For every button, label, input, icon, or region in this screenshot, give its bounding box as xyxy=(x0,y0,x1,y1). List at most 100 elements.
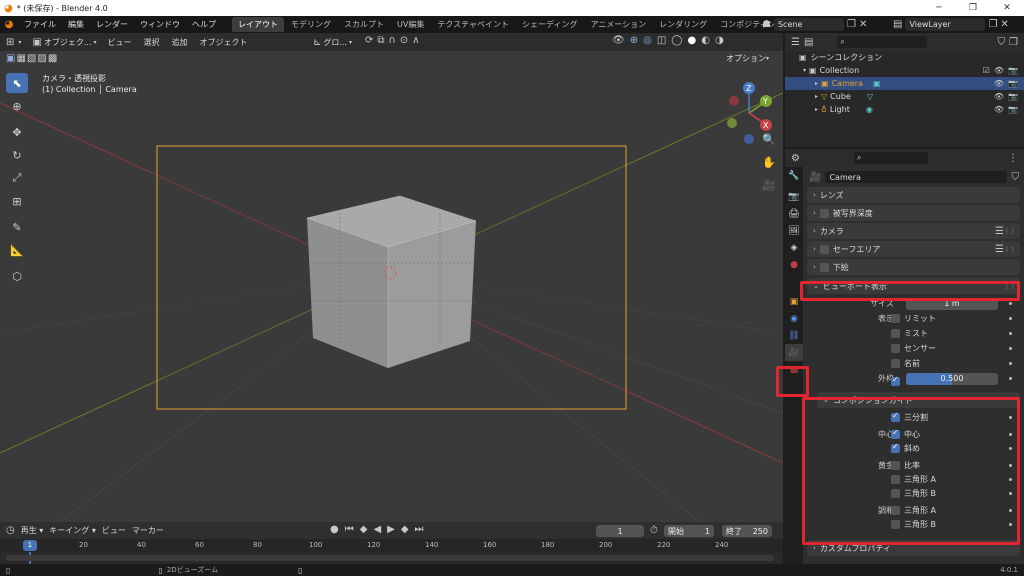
record-icon[interactable]: ● xyxy=(330,524,339,535)
checkbox-icon[interactable]: ☑ xyxy=(983,66,990,75)
camera-render-icon[interactable]: 📷 xyxy=(1008,105,1018,114)
transform-tool-icon[interactable]: ⊞ xyxy=(6,191,28,211)
presets-list-icon[interactable]: ☰ xyxy=(995,226,1004,237)
panel-depth-of-field[interactable]: › 被写界深度 xyxy=(807,205,1020,221)
display-mode-icon[interactable]: ▤ xyxy=(804,37,813,48)
passepartout-checkbox[interactable] xyxy=(891,375,900,386)
constraints-tab-icon[interactable]: ⛓ xyxy=(785,327,803,344)
animate-property-icon[interactable] xyxy=(1009,491,1012,495)
snap-icon[interactable]: ⧉ xyxy=(377,35,384,46)
camera-render-icon[interactable]: 📷 xyxy=(1008,66,1018,75)
outliner-search-input[interactable]: ⌕ xyxy=(837,36,928,48)
measure-tool-icon[interactable]: 📐 xyxy=(6,240,28,260)
world-tab-icon[interactable]: ● xyxy=(785,256,803,273)
menu-select[interactable]: 選択 xyxy=(140,37,164,48)
minimize-icon[interactable]: ─ xyxy=(922,3,956,13)
select-tool-icon[interactable]: ⬉ xyxy=(6,73,28,93)
menu-edit[interactable]: 編集 xyxy=(62,19,90,30)
wireframe-shading-icon[interactable]: ◯ xyxy=(671,35,682,46)
animate-property-icon[interactable] xyxy=(1009,347,1012,350)
eye-icon[interactable]: 👁 xyxy=(994,66,1004,75)
animate-property-icon[interactable] xyxy=(1009,377,1012,380)
start-frame-field[interactable]: 開始 1 xyxy=(664,525,714,537)
scene-icon[interactable]: ☗ xyxy=(762,19,771,30)
play-icon[interactable]: ▶ xyxy=(387,524,395,535)
tab-sculpt[interactable]: スカルプト xyxy=(338,17,390,32)
material-shading-icon[interactable]: ◐ xyxy=(701,35,710,46)
new-view-layer-icon[interactable]: ❐ xyxy=(988,19,997,30)
golden-triangle-b-checkbox[interactable] xyxy=(891,488,900,498)
visibility-icon[interactable]: 👁 xyxy=(612,35,625,46)
filter-icon[interactable]: ⛉ xyxy=(998,37,1006,48)
transform-orientation-dropdown[interactable]: ⊾ グロ... ▾ xyxy=(310,35,355,49)
menu-marker[interactable]: マーカー xyxy=(132,525,164,536)
eye-icon[interactable]: 👁 xyxy=(994,92,1004,101)
panel-custom-properties[interactable]: › カスタムプロパティ xyxy=(807,540,1020,556)
passepartout-slider[interactable]: 0.500 xyxy=(906,372,998,385)
panel-composition-guides[interactable]: ⌄ コンポジションガイド xyxy=(817,392,1020,408)
panel-lens[interactable]: › レンズ xyxy=(807,187,1020,203)
render-tab-icon[interactable]: 📷 xyxy=(785,188,803,205)
drag-handle-icon[interactable]: ⋮⋮ xyxy=(1004,246,1016,253)
outliner-item-camera[interactable]: ▸ ▣ Camera ▣ 👁 📷 xyxy=(785,77,1024,90)
move-tool-icon[interactable]: ✥ xyxy=(6,122,28,142)
camera-data-icon[interactable]: 🎥 xyxy=(809,172,821,183)
animate-property-icon[interactable] xyxy=(1009,522,1012,526)
sensor-checkbox[interactable] xyxy=(891,344,900,353)
golden-triangle-a-checkbox[interactable] xyxy=(891,474,900,484)
select-extend-icon[interactable]: ▦ xyxy=(16,53,25,64)
dof-checkbox[interactable] xyxy=(819,208,829,218)
delete-view-layer-icon[interactable]: ✕ xyxy=(1000,19,1008,30)
select-intersect-icon[interactable]: ▩ xyxy=(48,53,57,64)
panel-safe-areas[interactable]: › セーフエリア ☰ ⋮⋮ xyxy=(807,241,1020,257)
animate-property-icon[interactable] xyxy=(1009,362,1012,365)
options-dropdown[interactable]: オプション ▾ xyxy=(722,52,774,65)
animate-property-icon[interactable] xyxy=(1009,477,1012,481)
solid-shading-icon[interactable]: ● xyxy=(687,35,696,46)
harmony-triangle-a-checkbox[interactable] xyxy=(891,505,900,515)
blender-menu-icon[interactable]: ◕ xyxy=(0,19,18,30)
physics-tab-icon[interactable]: ◉ xyxy=(785,310,803,327)
jump-start-icon[interactable]: ⏮ xyxy=(345,524,354,535)
view-layer-field[interactable]: ViewLayer xyxy=(905,18,986,31)
animate-property-icon[interactable] xyxy=(1009,508,1012,512)
camera-data-tab-icon[interactable]: 🎥 xyxy=(785,344,803,361)
falloff-icon[interactable]: ∧ xyxy=(412,35,419,46)
limits-checkbox[interactable] xyxy=(891,314,900,323)
menu-timeline-view[interactable]: ビュー xyxy=(102,525,126,536)
menu-object[interactable]: オブジェクト xyxy=(196,37,252,48)
3d-viewport[interactable]: ⊞ ▾ ▣ オブジェク... ▾ ビュー 選択 追加 オブジェクト ⊾ グロ..… xyxy=(0,33,783,522)
drag-handle-icon[interactable]: ⋮⋮ xyxy=(1004,228,1016,235)
magnet-icon[interactable]: ∩ xyxy=(389,35,396,46)
pan-hand-icon[interactable]: ✋ xyxy=(758,152,780,172)
properties-editor-icon[interactable]: ⚙ xyxy=(791,153,800,164)
overlay-icon[interactable]: ◎ xyxy=(643,35,652,46)
editor-type-icon[interactable]: ⊞ xyxy=(6,37,14,48)
output-tab-icon[interactable]: 🖨 xyxy=(785,205,803,222)
end-frame-field[interactable]: 終了 250 xyxy=(722,525,772,537)
zoom-icon[interactable]: 🔍 xyxy=(758,129,780,149)
playhead[interactable]: 1 xyxy=(23,540,37,551)
menu-add[interactable]: 追加 xyxy=(168,37,192,48)
timeline-track[interactable] xyxy=(0,552,783,564)
menu-file[interactable]: ファイル xyxy=(18,19,62,30)
menu-view[interactable]: ビュー xyxy=(104,37,136,48)
prev-keyframe-icon[interactable]: ◆ xyxy=(360,524,368,535)
outliner-item-light[interactable]: ▸ ♁ Light ◉ 👁 📷 xyxy=(785,103,1024,116)
tool-tab-icon[interactable]: 🔧 xyxy=(785,167,803,184)
camera-view-icon[interactable]: 🎥 xyxy=(758,175,780,195)
background-images-checkbox[interactable] xyxy=(819,262,829,272)
name-checkbox[interactable] xyxy=(891,359,900,368)
timeline-ruler[interactable]: 1 20 40 60 80 100 120 140 160 180 200 22… xyxy=(0,539,783,552)
timeline-scrollbar[interactable] xyxy=(6,555,774,561)
panel-background-images[interactable]: › 下絵 xyxy=(807,259,1020,275)
presets-list-icon[interactable]: ☰ xyxy=(995,244,1004,255)
outliner-scene-collection[interactable]: ▣ シーンコレクション xyxy=(785,51,1024,64)
tab-modeling[interactable]: モデリング xyxy=(285,17,337,32)
play-reverse-icon[interactable]: ◀ xyxy=(373,524,381,535)
delete-scene-icon[interactable]: ✕ xyxy=(859,19,867,30)
tab-layout[interactable]: レイアウト xyxy=(232,17,284,32)
tab-animation[interactable]: アニメーション xyxy=(584,17,652,32)
jump-end-icon[interactable]: ⏭ xyxy=(415,524,424,535)
menu-help[interactable]: ヘルプ xyxy=(186,19,222,30)
